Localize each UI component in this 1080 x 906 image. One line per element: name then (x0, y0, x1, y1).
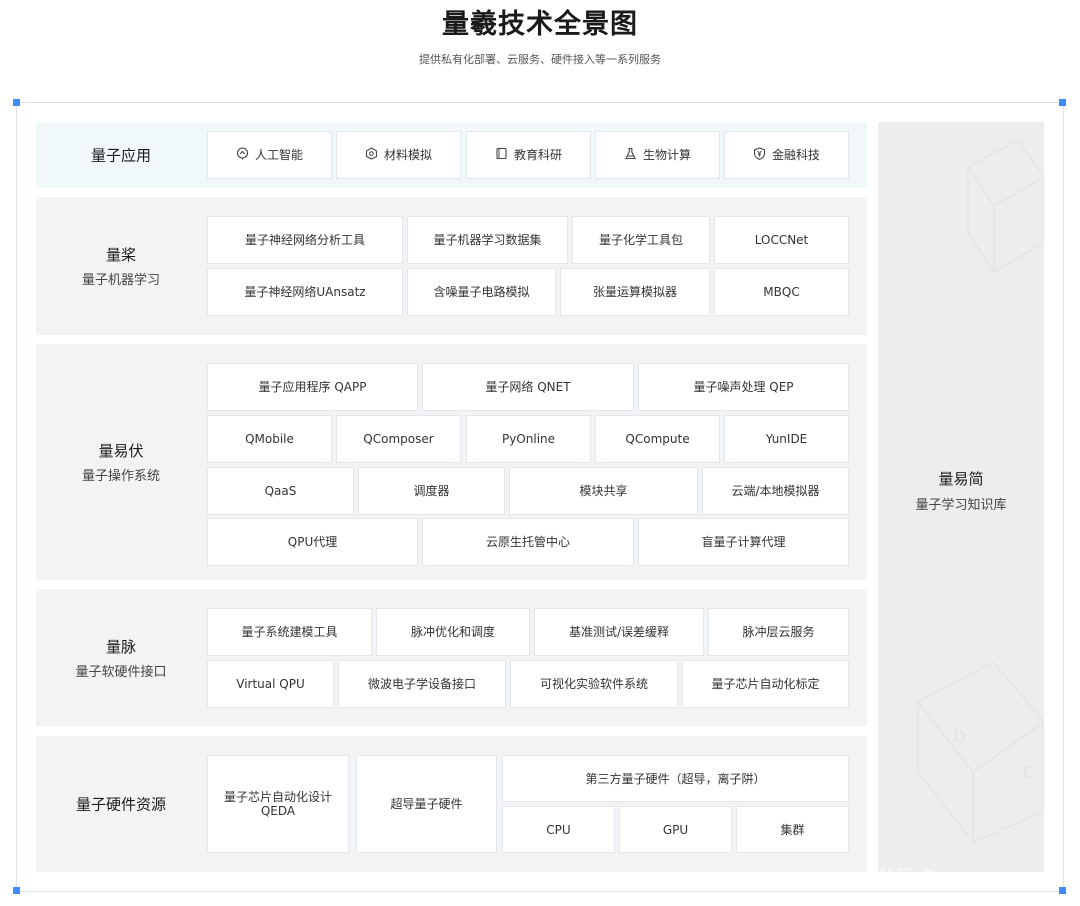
layer-name: 量脉 (105, 637, 136, 656)
ml-item[interactable]: 量子化学工具包 (572, 216, 710, 264)
ml-item[interactable]: 含噪量子电路模拟 (407, 268, 556, 316)
pulse-item[interactable]: 脉冲层云服务 (708, 608, 849, 656)
app-item-label: 人工智能 (254, 148, 303, 162)
ml-item[interactable]: 量子神经网络分析工具 (207, 216, 403, 264)
layer-label: 量子应用 (36, 145, 206, 166)
sidebar-quantum-learning: b c 量易简 量子学习知识库 (878, 122, 1044, 872)
pulse-item[interactable]: 脉冲优化和调度 (376, 608, 530, 656)
layer-label: 量易伏 量子操作系统 (36, 440, 206, 484)
layer-subtitle: 量子软硬件接口 (75, 664, 167, 680)
brain-icon (236, 147, 249, 163)
pulse-item[interactable]: 微波电子学设备接口 (338, 660, 506, 708)
pulse-item[interactable]: 可视化实验软件系统 (510, 660, 678, 708)
hexagon-icon (365, 147, 378, 163)
ml-item[interactable]: MBQC (714, 268, 849, 316)
os-item[interactable]: QCompute (595, 415, 720, 463)
os-item[interactable]: 盲量子计算代理 (638, 518, 849, 566)
os-item[interactable]: QComposer (336, 415, 461, 463)
os-item[interactable]: 调度器 (358, 467, 505, 515)
resize-handle-top-right[interactable] (1059, 99, 1066, 106)
sidebar-subtitle: 量子学习知识库 (915, 498, 1007, 513)
resize-handle-bottom-right[interactable] (1059, 887, 1066, 894)
hw-item-third-party[interactable]: 第三方量子硬件（超导，离子阱） (502, 755, 849, 802)
os-item[interactable]: YunIDE (724, 415, 849, 463)
layer-name: 量桨 (105, 246, 136, 264)
layer-name: 量子硬件资源 (75, 795, 166, 814)
sidebar-label: 量易简 量子学习知识库 (878, 468, 1044, 513)
ml-item[interactable]: LOCCNet (714, 216, 849, 264)
os-item[interactable]: 量子应用程序 QAPP (207, 363, 418, 411)
app-item-label: 生物计算 (642, 148, 691, 162)
watermark: …… 社区 @ …… (836, 867, 982, 887)
app-item-ai[interactable]: 人工智能 (207, 131, 332, 179)
resize-handle-bottom-left[interactable] (13, 887, 20, 894)
os-item[interactable]: 云原生托管中心 (422, 518, 634, 566)
app-item-materials[interactable]: 材料模拟 (336, 131, 461, 179)
layer-label: 量桨 量子机器学习 (36, 244, 206, 288)
layer-quantum-application: 量子应用 人工智能 材料模拟 教育科研 生物计算 金融科技 (36, 122, 867, 188)
layer-subtitle: 量子机器学习 (81, 273, 160, 288)
layer-quantum-pulse: 量脉 量子软硬件接口 量子系统建模工具 脉冲优化和调度 基准测试/误差缓释 脉冲… (36, 589, 867, 726)
layer-label: 量脉 量子软硬件接口 (36, 636, 206, 680)
os-item[interactable]: 量子网络 QNET (422, 363, 634, 411)
hw-item-cluster[interactable]: 集群 (736, 806, 849, 853)
svg-text:c: c (1023, 758, 1034, 782)
os-item[interactable]: PyOnline (466, 415, 591, 463)
os-item[interactable]: QPU代理 (207, 518, 418, 566)
page-subtitle: 提供私有化部署、云服务、硬件接入等一系列服务 (419, 53, 661, 66)
yen-shield-icon (753, 147, 766, 163)
hw-item-gpu[interactable]: GPU (619, 806, 732, 853)
os-item[interactable]: QaaS (207, 467, 354, 515)
resize-handle-top-left[interactable] (13, 99, 20, 106)
app-item-education[interactable]: 教育科研 (466, 131, 591, 179)
os-item[interactable]: 模块共享 (509, 467, 698, 515)
book-icon (495, 147, 508, 163)
os-item[interactable]: 量子噪声处理 QEP (638, 363, 849, 411)
svg-text:b: b (953, 723, 966, 747)
app-item-fintech[interactable]: 金融科技 (724, 131, 849, 179)
flask-icon (624, 147, 637, 163)
layer-quantum-os: 量易伏 量子操作系统 量子应用程序 QAPP 量子网络 QNET 量子噪声处理 … (36, 344, 867, 580)
hw-item-cpu[interactable]: CPU (502, 806, 615, 853)
ml-item[interactable]: 量子神经网络UAnsatz (207, 268, 403, 316)
layer-quantum-hardware: 量子硬件资源 量子芯片自动化设计 QEDA 超导量子硬件 第三方量子硬件（超导，… (36, 736, 867, 872)
os-item[interactable]: QMobile (207, 415, 332, 463)
hw-item-qeda[interactable]: 量子芯片自动化设计 QEDA (207, 755, 349, 853)
pulse-item[interactable]: 基准测试/误差缓释 (534, 608, 704, 656)
hw-item-superconducting[interactable]: 超导量子硬件 (356, 755, 497, 853)
layer-label: 量子硬件资源 (36, 794, 206, 815)
pulse-item[interactable]: 量子芯片自动化标定 (682, 660, 849, 708)
layer-name: 量易伏 (98, 442, 144, 460)
app-item-label: 金融科技 (771, 148, 820, 162)
pulse-item[interactable]: Virtual QPU (207, 660, 334, 708)
hw-qeda-line1: 量子芯片自动化设计 (223, 790, 332, 804)
layer-subtitle: 量子操作系统 (81, 469, 160, 484)
page-title: 量羲技术全景图 (442, 9, 638, 40)
ml-item[interactable]: 张量运算模拟器 (560, 268, 710, 316)
app-item-label: 教育科研 (513, 148, 562, 162)
app-item-label: 材料模拟 (383, 148, 432, 162)
os-item[interactable]: 云端/本地模拟器 (702, 467, 849, 515)
hw-qeda-line2: QEDA (260, 804, 296, 818)
layer-paddle-quantum: 量桨 量子机器学习 量子神经网络分析工具 量子机器学习数据集 量子化学工具包 L… (36, 197, 867, 335)
layer-name: 量子应用 (90, 146, 151, 165)
app-item-biology[interactable]: 生物计算 (595, 131, 720, 179)
sidebar-name: 量易简 (938, 470, 984, 488)
pulse-item[interactable]: 量子系统建模工具 (207, 608, 372, 656)
ml-item[interactable]: 量子机器学习数据集 (407, 216, 568, 264)
